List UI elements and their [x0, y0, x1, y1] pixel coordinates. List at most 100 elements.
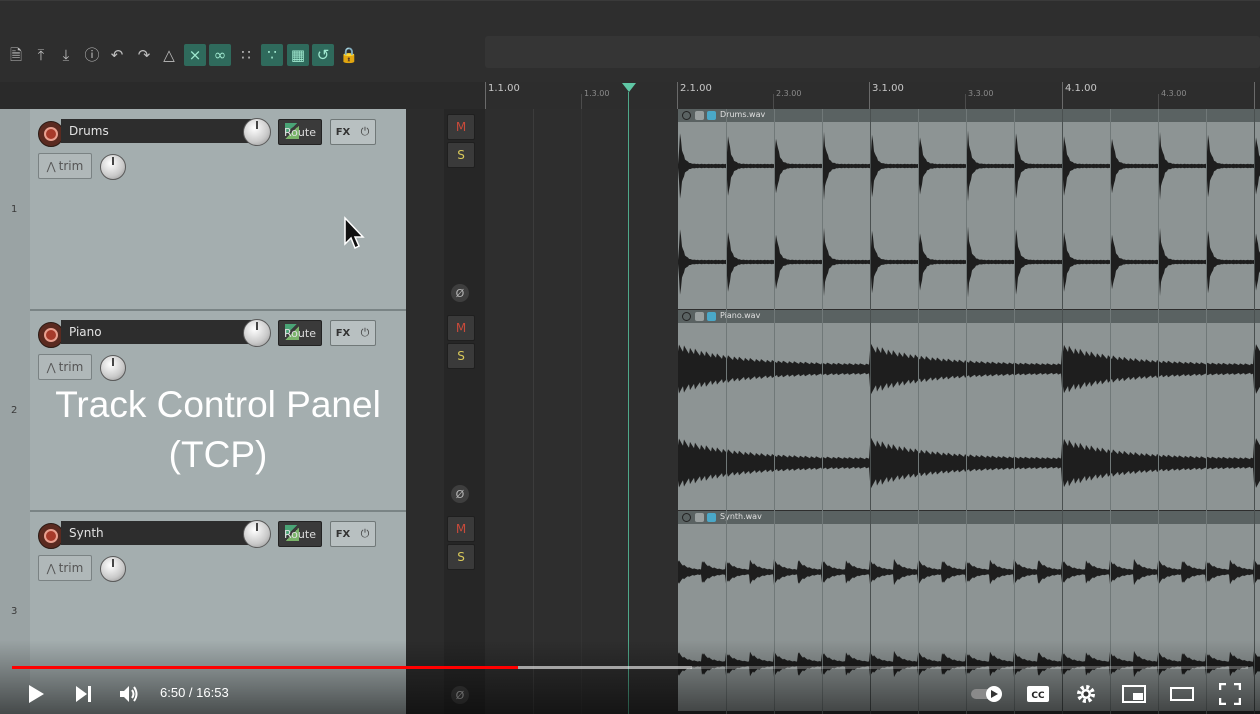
envelope-icon: ⋀	[46, 360, 56, 374]
mute-button[interactable]: M	[447, 516, 475, 542]
item-fx-icon[interactable]	[695, 513, 704, 522]
volume-knob[interactable]	[243, 319, 271, 347]
metronome-icon[interactable]: △	[158, 44, 180, 66]
undo-icon[interactable]: ↶	[106, 44, 128, 66]
beat-line	[822, 109, 823, 714]
fullscreen-button[interactable]	[1216, 680, 1244, 708]
phase-invert-icon[interactable]: Ø	[451, 485, 469, 503]
item-header: Drums.wav	[678, 109, 1260, 122]
item-power-icon[interactable]	[682, 111, 691, 120]
settings-icon	[1077, 685, 1095, 703]
item-fx-icon[interactable]	[695, 312, 704, 321]
save-project-icon[interactable]: ⤓	[55, 44, 77, 66]
snap-icon[interactable]: ∵	[261, 44, 283, 66]
new-project-icon[interactable]: 🗎	[5, 44, 27, 66]
track-name: Drums	[69, 124, 109, 138]
track-number[interactable]: 1	[11, 204, 17, 215]
fx-button[interactable]: FX	[330, 119, 356, 145]
item-grouping-icon[interactable]: ∞	[209, 44, 231, 66]
track-name-field[interactable]: Drums	[61, 119, 269, 143]
grid-lines-icon[interactable]: ▦	[287, 44, 309, 66]
beat-line	[918, 109, 919, 714]
player-controls-scrim	[0, 640, 1260, 714]
track-name-field[interactable]: Synth	[61, 521, 269, 545]
toolbar-empty-panel	[485, 36, 1260, 68]
solo-button[interactable]: S	[447, 142, 475, 168]
pan-knob[interactable]	[100, 154, 126, 180]
item-fx-icon[interactable]	[695, 111, 704, 120]
route-button[interactable]: Route	[278, 320, 322, 346]
track-number[interactable]: 3	[11, 606, 17, 617]
main-toolbar: 🗎 ⤒ ⤓ ⓘ ↶ ↷ △ ⨯ ∞ ∷ ∵ ▦ ↺ 🔒	[0, 36, 1260, 82]
beat-line	[1206, 109, 1207, 714]
mouse-pointer-icon	[344, 216, 365, 250]
fx-button[interactable]: FX	[330, 320, 356, 346]
track-name: Synth	[69, 526, 104, 540]
play-button[interactable]	[22, 680, 50, 708]
ripple-edit-icon[interactable]: ⨯	[184, 44, 206, 66]
track-panel-drums[interactable]: Drums Route FX ⏻ ⋀ trim	[30, 109, 406, 311]
item-info-icon[interactable]	[707, 312, 716, 321]
ruler-label: 4.1.00	[1065, 83, 1097, 94]
redo-icon[interactable]: ↷	[133, 44, 155, 66]
item-power-icon[interactable]	[682, 312, 691, 321]
tcp-caption-line2: (TCP)	[168, 434, 268, 475]
media-item-piano[interactable]: Piano.wav	[678, 310, 1260, 510]
volume-knob[interactable]	[243, 118, 271, 146]
miniplayer-icon	[1122, 685, 1146, 703]
item-power-icon[interactable]	[682, 513, 691, 522]
route-button[interactable]: Route	[278, 119, 322, 145]
theater-mode-button[interactable]	[1168, 680, 1196, 708]
miniplayer-button[interactable]	[1120, 680, 1148, 708]
settings-button[interactable]	[1072, 680, 1100, 708]
solo-button[interactable]: S	[447, 544, 475, 570]
fx-bypass-power-icon[interactable]: ⏻	[355, 521, 376, 547]
track-name: Piano	[69, 325, 102, 339]
track-number[interactable]: 2	[11, 405, 17, 416]
bar-line	[870, 109, 871, 714]
pan-knob[interactable]	[100, 556, 126, 582]
item-header: Synth.wav	[678, 511, 1260, 524]
grid-icon[interactable]: ∷	[235, 44, 257, 66]
volume-button[interactable]	[116, 680, 144, 708]
volume-knob[interactable]	[243, 520, 271, 548]
phase-invert-icon[interactable]: Ø	[451, 284, 469, 302]
item-header: Piano.wav	[678, 310, 1260, 323]
svg-text:CC: CC	[1031, 691, 1045, 701]
reaper-video-frame: 🗎 ⤒ ⤓ ⓘ ↶ ↷ △ ⨯ ∞ ∷ ∵ ▦ ↺ 🔒 1.1.00 1.3.0…	[0, 0, 1260, 714]
fx-button[interactable]: FX	[330, 521, 356, 547]
item-info-icon[interactable]	[707, 111, 716, 120]
captions-button[interactable]: CC	[1024, 680, 1052, 708]
loop-icon[interactable]: ↺	[312, 44, 334, 66]
ruler-tick	[965, 94, 966, 109]
ruler-label: 3.1.00	[872, 83, 904, 94]
media-item-drums[interactable]: Drums.wav	[678, 109, 1260, 309]
solo-button[interactable]: S	[447, 343, 475, 369]
item-info-icon[interactable]	[707, 513, 716, 522]
project-info-icon[interactable]: ⓘ	[81, 44, 103, 66]
track-name-field[interactable]: Piano	[61, 320, 269, 344]
next-button[interactable]	[70, 680, 98, 708]
automation-mode-button[interactable]: ⋀ trim	[38, 555, 92, 581]
beat-line	[774, 109, 775, 714]
autoplay-toggle[interactable]	[970, 680, 1004, 708]
route-button[interactable]: Route	[278, 521, 322, 547]
bar-line	[1062, 109, 1063, 714]
ruler-tick	[485, 82, 486, 109]
open-project-icon[interactable]: ⤒	[30, 44, 52, 66]
ruler-tick	[869, 82, 870, 109]
fx-bypass-power-icon[interactable]: ⏻	[355, 320, 376, 346]
lock-icon[interactable]: 🔒	[338, 44, 360, 66]
fx-bypass-power-icon[interactable]: ⏻	[355, 119, 376, 145]
play-icon	[29, 685, 44, 703]
pan-knob[interactable]	[100, 355, 126, 381]
edit-cursor-marker[interactable]	[622, 83, 636, 92]
progress-bar[interactable]	[12, 666, 1248, 669]
time-display: 6:50 / 16:53	[160, 685, 229, 700]
automation-mode-button[interactable]: ⋀ trim	[38, 354, 92, 380]
mute-button[interactable]: M	[447, 315, 475, 341]
timeline-ruler[interactable]: 1.1.00 1.3.00 2.1.00 2.3.00 3.1.00 3.3.0…	[485, 82, 1260, 110]
mute-button[interactable]: M	[447, 114, 475, 140]
automation-mode-button[interactable]: ⋀ trim	[38, 153, 92, 179]
play-cursor	[628, 92, 629, 714]
